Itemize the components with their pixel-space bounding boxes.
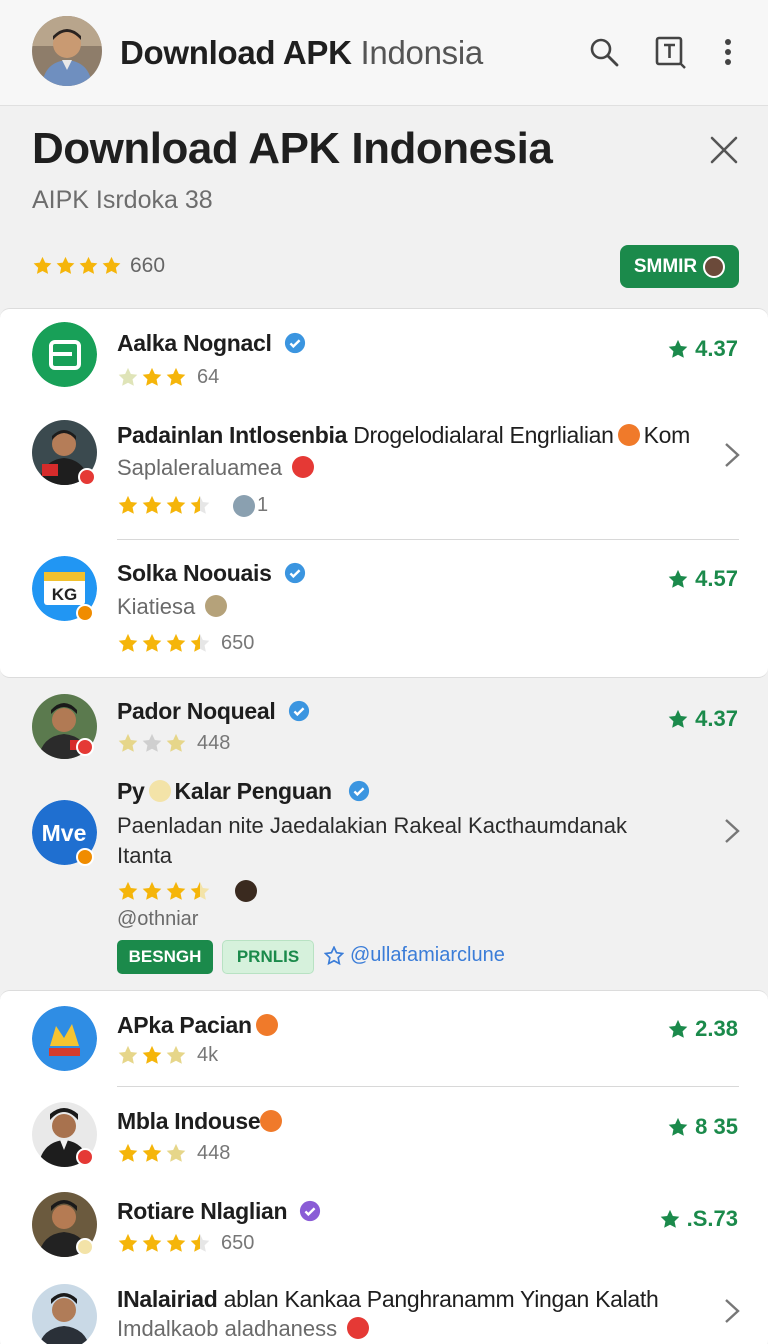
app-logo	[32, 322, 97, 387]
star-rating: 1	[117, 494, 268, 517]
star-rating: 448	[117, 1142, 230, 1165]
status-badge	[76, 1148, 94, 1166]
emoji-icon	[235, 880, 257, 902]
emoji-icon	[233, 494, 255, 517]
app-description-line2: Itanta	[117, 843, 173, 868]
app-name: Rotiare Nlaglian	[117, 1198, 321, 1225]
star-rating: 448	[117, 732, 230, 755]
star-rating: 64	[117, 366, 219, 389]
list-item[interactable]: Aalka Nognacl 64 4.37	[0, 322, 768, 402]
emoji-icon	[347, 1317, 370, 1339]
more-vert-icon[interactable]	[708, 30, 748, 74]
app-bar: Download APK Indonsia	[0, 0, 768, 106]
list-item[interactable]: KG Solka Noouais Kiatiesa 650 4.57	[0, 556, 768, 668]
user-avatar[interactable]	[32, 16, 102, 86]
page-subtitle: AIPK Isrdoka 38	[32, 186, 213, 214]
header-rating: 660	[32, 254, 165, 278]
list-item[interactable]: APka Pacian 4k 2.38	[0, 1006, 768, 1078]
list-item[interactable]: Mbla Indouse 448 8 35	[0, 1102, 768, 1174]
tag-chip[interactable]: BESNGH	[117, 940, 213, 974]
app-description: Kiatiesa	[117, 594, 231, 620]
verified-icon	[288, 700, 309, 722]
chevron-right-icon	[725, 819, 740, 843]
emoji-icon	[205, 595, 228, 617]
rating-count: 660	[130, 254, 166, 277]
submit-button[interactable]: SMMIR	[620, 245, 739, 288]
app-name: Py Kalar Penguan	[117, 778, 370, 805]
app-name: Mbla Indouse	[117, 1108, 286, 1135]
app-title: Download APK Indonsia	[120, 34, 483, 71]
app-name: Padainlan Intlosenbia Drogelodialaral En…	[117, 422, 691, 448]
divider	[117, 539, 739, 540]
list-item[interactable]: Pador Noqueal 448 4.37	[0, 694, 768, 764]
star-outline-icon	[324, 945, 344, 965]
app-logo	[32, 1284, 97, 1344]
app-score: 2.38	[667, 1016, 738, 1042]
profile-link[interactable]: @ullafamiarclune	[324, 944, 505, 967]
app-handle: @othniar	[117, 908, 199, 930]
app-name: Pador Noqueal	[117, 698, 310, 725]
app-name: INalairiad ablan Kankaa Panghranamm Ying…	[117, 1286, 659, 1312]
verified-icon	[284, 332, 305, 354]
app-name: Aalka Nognacl	[117, 330, 306, 357]
chevron-right-icon	[725, 1299, 740, 1323]
verified-icon	[348, 780, 369, 802]
list-item[interactable]: INalairiad ablan Kankaa Panghranamm Ying…	[0, 1282, 768, 1344]
list-item[interactable]: Padainlan Intlosenbia Drogelodialaral En…	[0, 420, 768, 532]
app-score: 4.37	[667, 336, 738, 362]
app-name: Solka Noouais	[117, 560, 306, 587]
search-icon[interactable]	[584, 30, 624, 74]
emoji-icon	[260, 1110, 283, 1132]
app-name: APka Pacian	[117, 1012, 282, 1039]
chevron-right-icon	[725, 443, 740, 467]
star-rating	[32, 256, 122, 276]
app-score: 4.57	[667, 566, 738, 592]
close-icon[interactable]	[704, 130, 744, 170]
verified-icon	[284, 562, 305, 584]
app-logo	[32, 1006, 97, 1071]
list-item[interactable]: Rotiare Nlaglian 650 .S.73	[0, 1192, 768, 1264]
star-rating: 4k	[117, 1044, 218, 1067]
star-rating: 650	[117, 632, 254, 655]
star-rating: 650	[117, 1232, 254, 1255]
page-title: Download APK Indonesia	[32, 124, 553, 173]
text-format-icon[interactable]	[650, 30, 690, 74]
mini-avatar	[703, 255, 726, 278]
status-badge	[76, 848, 94, 866]
app-score: 8 35	[667, 1114, 738, 1140]
status-badge	[76, 1238, 94, 1256]
star-rating	[117, 880, 261, 902]
svg-text:Mve: Mve	[42, 820, 87, 846]
app-score: .S.73	[659, 1206, 738, 1232]
app-description: Paenladan nite Jaedalakian Rakeal Kactha…	[117, 813, 628, 838]
svg-text:KG: KG	[52, 585, 78, 604]
emoji-icon	[255, 1014, 278, 1036]
verified-icon	[300, 1200, 321, 1222]
divider	[117, 1086, 739, 1087]
app-score: 4.37	[667, 706, 738, 732]
emoji-icon	[148, 780, 171, 802]
app-description: Imdalkaob aladhaness	[117, 1316, 373, 1342]
tag-chip[interactable]: PRNLIS	[222, 940, 314, 974]
list-item[interactable]: Mve Py Kalar Penguan Paenladan nite Jaeda…	[0, 776, 768, 976]
emoji-icon	[292, 456, 315, 478]
status-badge	[76, 738, 94, 756]
status-badge	[76, 604, 94, 622]
status-badge	[78, 468, 96, 486]
app-description: Saplaleraluamea	[117, 455, 318, 481]
emoji-icon	[617, 424, 640, 446]
